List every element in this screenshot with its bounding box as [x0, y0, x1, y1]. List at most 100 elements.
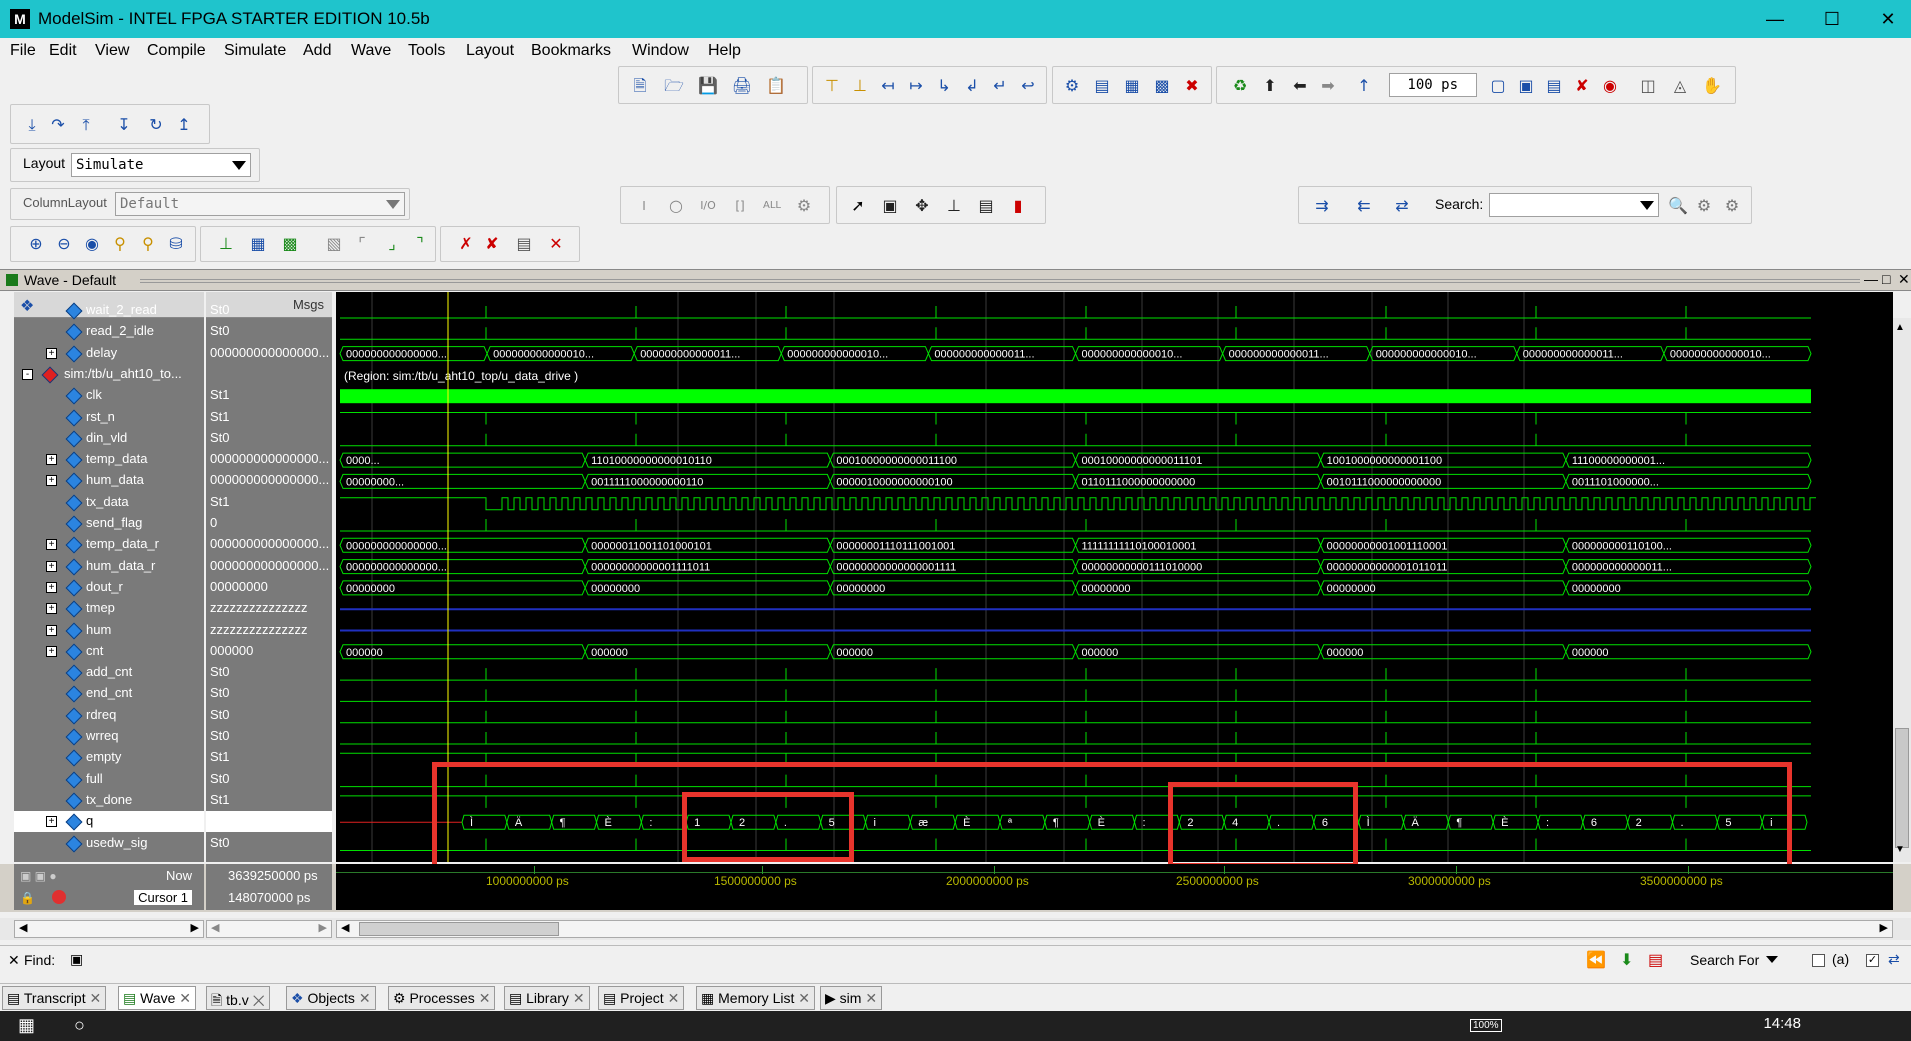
menu-compile[interactable]: Compile — [147, 42, 206, 60]
scroll-up-icon[interactable]: ▲ — [1895, 322, 1905, 333]
vertical-scroll-thumb[interactable] — [1895, 728, 1909, 848]
compile-icon[interactable]: ⚙ — [1061, 75, 1083, 97]
unfold-icon[interactable]: ↩ — [1017, 75, 1039, 97]
name-hscroll[interactable]: ◀ ▶ — [14, 920, 204, 938]
compile-all-icon[interactable]: ▤ — [1091, 75, 1113, 97]
edit-icon[interactable]: ⊥ — [943, 195, 965, 217]
hand-icon[interactable]: ✋ — [1701, 75, 1723, 97]
step-icon[interactable]: ⊤ — [821, 75, 843, 97]
search-icon[interactable]: 🔍 — [1667, 195, 1689, 217]
scroll-right-icon[interactable]: ▶ — [319, 921, 327, 934]
wave-hscroll-thumb[interactable] — [359, 922, 559, 936]
close-button[interactable]: ✕ — [1868, 4, 1908, 34]
close-icon[interactable]: ✕ — [253, 992, 265, 1008]
menu-layout[interactable]: Layout — [466, 42, 514, 60]
search-for-select[interactable]: Search For — [1690, 952, 1759, 968]
signal-row-19[interactable]: rdreq — [14, 705, 204, 726]
layout-select[interactable]: Simulate — [71, 153, 251, 177]
signal-row-6[interactable]: din_vld — [14, 428, 204, 449]
zoom-out-icon[interactable]: ⊖ — [53, 233, 75, 255]
find-next-icon[interactable]: ⬇ — [1620, 950, 1633, 970]
signal-row-22[interactable]: full — [14, 769, 204, 790]
find-options-icon[interactable]: ▤ — [1648, 950, 1663, 970]
maximize-button[interactable]: ☐ — [1812, 4, 1852, 34]
close-icon[interactable]: ✕ — [359, 990, 371, 1006]
expand-icon[interactable]: + — [46, 454, 57, 466]
expand-icon[interactable]: + — [46, 581, 57, 593]
signal-row-4[interactable]: clk — [14, 385, 204, 406]
menu-wave[interactable]: Wave — [351, 42, 391, 60]
edit-stop-icon[interactable]: ▮ — [1007, 195, 1029, 217]
scroll-left-icon[interactable]: ◀ — [341, 921, 349, 934]
signal-row-7[interactable]: + temp_data — [14, 449, 204, 470]
scroll-left-icon[interactable]: ◀ — [211, 921, 219, 934]
run-length-input[interactable]: 100 ps — [1389, 73, 1477, 97]
expand-icon[interactable]: + — [46, 624, 57, 636]
regex-icon[interactable]: (a) — [1832, 951, 1849, 967]
signal-row-8[interactable]: + hum_data — [14, 470, 204, 491]
close-icon[interactable]: ✕ — [668, 990, 680, 1006]
edge-prev-icon[interactable]: ⌜ — [351, 233, 373, 255]
step-list-icon[interactable]: ↧ — [113, 114, 135, 136]
signal-row-0[interactable]: wait_2_read — [14, 300, 204, 321]
all-filter-icon[interactable]: ALL — [761, 195, 783, 217]
signal-row-17[interactable]: add_cnt — [14, 662, 204, 683]
close-icon[interactable]: ✕ — [573, 990, 585, 1006]
step-over-icon[interactable]: ⊥ — [849, 75, 871, 97]
collapse-icon[interactable]: - — [22, 368, 33, 380]
close-icon[interactable]: ✕ — [89, 990, 101, 1006]
tab-tb-v[interactable]: 🗎 tb.v ✕ — [206, 986, 270, 1010]
signal-row-20[interactable]: wrreq — [14, 726, 204, 747]
fold-icon[interactable]: ↵ — [989, 75, 1011, 97]
column-layout-select[interactable]: Default — [115, 192, 405, 216]
horizontal-scrollbar[interactable]: ◀ ▶ ◀ ▶ ◀ ▶ — [0, 918, 1911, 940]
transition-next-icon[interactable]: ⇇ — [1353, 195, 1375, 217]
delete-cursor-icon[interactable]: ▦ — [247, 233, 269, 255]
internal-filter-icon[interactable]: [] — [729, 195, 751, 217]
bookmark-prev-icon[interactable]: ✗ — [455, 233, 477, 255]
close-icon[interactable]: ✕ — [179, 990, 191, 1006]
tab-transcript[interactable]: ▤ Transcript ✕ — [2, 986, 107, 1010]
signal-row-18[interactable]: end_cnt — [14, 683, 204, 704]
step-over-blue-icon[interactable]: ↷ — [47, 114, 69, 136]
start-icon[interactable]: ▦ — [18, 1015, 35, 1036]
signal-row-13[interactable]: + dout_r — [14, 577, 204, 598]
signal-row-11[interactable]: + temp_data_r — [14, 534, 204, 555]
run-icon[interactable]: ▢ — [1487, 75, 1509, 97]
case-checkbox[interactable] — [1812, 954, 1825, 967]
find-close-icon[interactable]: ✕ — [8, 952, 20, 969]
add-cursor-icon[interactable]: ⊥ — [215, 233, 237, 255]
find-settings-icon[interactable]: ⇄ — [1888, 951, 1900, 968]
end-sim-icon[interactable]: ✖ — [1181, 75, 1203, 97]
run-continue-icon[interactable]: ▣ — [1515, 75, 1537, 97]
indent-icon[interactable]: ↳ — [933, 75, 955, 97]
signal-row-2[interactable]: + delay — [14, 343, 204, 364]
tab-sim[interactable]: ▶ sim ✕ — [820, 986, 883, 1010]
step-out-blue-icon[interactable]: ⤒ — [75, 114, 97, 136]
print-icon[interactable]: 🖨 — [731, 75, 753, 97]
zoom-in-icon[interactable]: ⊕ — [25, 233, 47, 255]
break-icon[interactable]: ▩ — [1151, 75, 1173, 97]
copy-icon[interactable]: 📋 — [765, 75, 787, 97]
signal-row-3[interactable]: - sim:/tb/u_aht10_to... — [14, 364, 204, 385]
close-icon[interactable]: ✕ — [798, 990, 810, 1006]
search-input[interactable] — [1489, 193, 1659, 217]
wave-minimize-icon[interactable]: — — [1864, 271, 1878, 287]
menu-bookmarks[interactable]: Bookmarks — [531, 42, 611, 60]
lock-cursor-icon[interactable]: ▩ — [279, 233, 301, 255]
stop-icon[interactable]: ◉ — [1599, 75, 1621, 97]
expand-icon[interactable]: + — [46, 645, 57, 657]
signal-row-21[interactable]: empty — [14, 747, 204, 768]
open-file-icon[interactable]: 🗁 — [663, 75, 685, 97]
right-icon[interactable]: ➡ — [1317, 75, 1339, 97]
scroll-right-icon[interactable]: ▶ — [1880, 921, 1888, 934]
left-icon[interactable]: ⬅ — [1289, 75, 1311, 97]
chevron-down-icon[interactable] — [1766, 956, 1778, 963]
zoom-full-icon[interactable]: ◉ — [81, 233, 103, 255]
bookmark-add-icon[interactable]: ▤ — [513, 233, 535, 255]
menu-file[interactable]: File — [10, 42, 36, 60]
signal-row-12[interactable]: + hum_data_r — [14, 556, 204, 577]
signal-row-5[interactable]: rst_n — [14, 407, 204, 428]
zoom-range-icon[interactable]: ⚲ — [137, 233, 159, 255]
back-arrow-icon[interactable]: ↤ — [877, 75, 899, 97]
